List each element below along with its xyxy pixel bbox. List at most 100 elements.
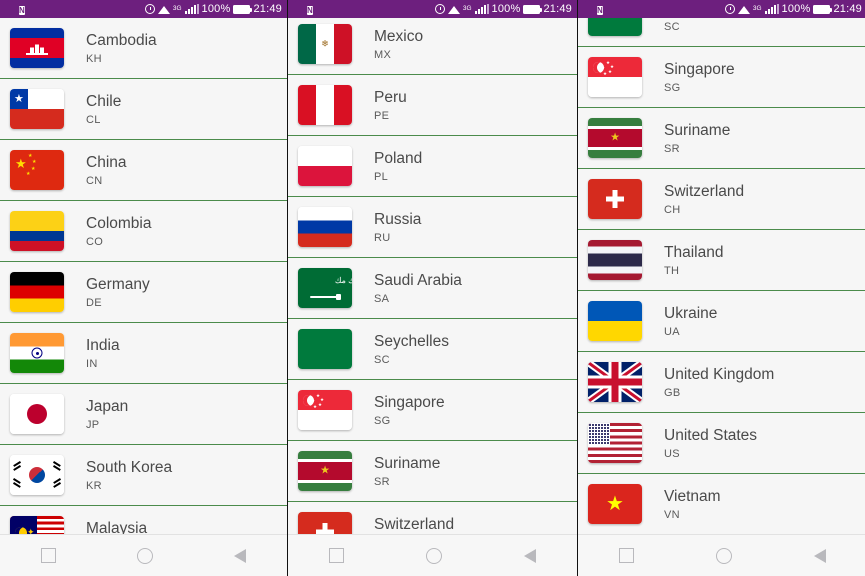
country-list-item[interactable]: ★ ★ ★ ★ ★ China CN [0, 139, 287, 201]
country-text-block: Germany DE [86, 275, 150, 308]
country-list-item[interactable]: Switzerland CH [288, 501, 577, 535]
country-name: Suriname [664, 122, 731, 140]
country-name: Switzerland [664, 183, 745, 201]
flag-icon [10, 211, 64, 251]
country-list-item[interactable]: Ukraine UA [578, 290, 865, 352]
country-list-item[interactable]: Colombia CO [0, 200, 287, 262]
country-list-item[interactable]: ★ ★ ★ ★ ★ Singapore SG [288, 379, 577, 441]
country-text-block: Chile CL [86, 92, 121, 125]
country-name: South Korea [86, 459, 173, 477]
home-circle-icon[interactable] [716, 547, 732, 564]
country-name: Switzerland [374, 516, 455, 534]
country-name: Cambodia [86, 32, 157, 50]
panel-middle: N 3G 100% 21:49 ❄ Mexico MX Peru PE Pola… [288, 0, 577, 576]
flag-icon [298, 146, 352, 186]
country-list-scroll-area[interactable]: Seychelles SC ★★★★★ Singapore SG ★ Surin… [578, 18, 865, 535]
country-list-item[interactable]: ★ Suriname SR [288, 440, 577, 502]
country-text-block: Suriname SR [374, 454, 440, 487]
country-list-item[interactable]: Japan JP [0, 383, 287, 445]
country-text-block: United States US [664, 426, 757, 459]
country-name: United Kingdom [664, 366, 775, 384]
country-list-scroll-area[interactable]: ❄ Mexico MX Peru PE Poland PL Russia RU … [288, 18, 577, 535]
country-list-item[interactable]: India IN [0, 322, 287, 384]
country-text-block: Ukraine UA [664, 304, 717, 337]
flag-icon: ★ ★ ★ ★ ★ [10, 150, 64, 190]
country-list-item[interactable]: ★ Suriname SR [578, 107, 865, 169]
recents-square-icon[interactable] [619, 548, 634, 563]
alarm-icon [434, 4, 445, 14]
country-code: TH [664, 264, 680, 277]
country-name: Seychelles [664, 18, 739, 19]
back-triangle-icon[interactable] [814, 548, 826, 563]
flag-icon [10, 455, 64, 495]
status-bar-right-icons: 3G 100% 21:49 [144, 3, 282, 15]
country-list-item[interactable]: South Korea KR [0, 444, 287, 506]
country-text-block: Russia RU [374, 210, 421, 243]
country-text-block: Vietnam VN [664, 487, 721, 520]
country-name: Poland [374, 150, 423, 168]
status-bar-left-icons: N [5, 4, 30, 15]
country-text-block: Poland PL [374, 149, 422, 182]
country-list-item[interactable]: Seychelles SC [578, 18, 865, 47]
signal-bars-icon [184, 4, 199, 14]
flag-icon [588, 179, 642, 219]
country-list-item[interactable]: United States US [578, 412, 865, 474]
battery-percent-label: 100% [201, 3, 231, 15]
country-text-block: Singapore SG [374, 393, 445, 426]
back-triangle-icon[interactable] [234, 548, 247, 563]
country-code: CH [664, 203, 681, 216]
android-navigation-bar [578, 534, 865, 576]
country-name: Vietnam [664, 488, 721, 506]
home-circle-icon[interactable] [426, 547, 442, 564]
country-name: Thailand [664, 244, 724, 262]
country-list-item[interactable]: مك مك Saudi Arabia SA [288, 257, 577, 319]
country-list-item[interactable]: Poland PL [288, 135, 577, 197]
country-code: CL [86, 113, 101, 126]
flag-icon: ❄ [298, 24, 352, 64]
back-triangle-icon[interactable] [524, 548, 536, 563]
country-list-item[interactable]: United Kingdom GB [578, 351, 865, 413]
network-type-label: 3G [172, 4, 182, 12]
recents-square-icon[interactable] [329, 548, 344, 563]
country-list-item[interactable]: Peru PE [288, 74, 577, 136]
country-text-block: United Kingdom GB [664, 365, 774, 398]
screenshot-icon [5, 4, 16, 15]
country-code: DE [86, 296, 102, 309]
home-circle-icon[interactable] [136, 547, 153, 564]
country-list-item[interactable]: ★ Vietnam VN [578, 473, 865, 535]
country-text-block: Colombia CO [86, 214, 151, 247]
country-list: ❄ Mexico MX Peru PE Poland PL Russia RU … [288, 18, 577, 535]
country-list-item[interactable]: Cambodia KH [0, 18, 287, 79]
country-list-item[interactable]: ★ ★ ★ ★ ★ Singapore SG [578, 46, 865, 108]
wifi-icon [447, 5, 460, 14]
country-name: Singapore [374, 394, 445, 412]
country-list-item[interactable]: ★ Chile CL [0, 78, 287, 140]
country-name: India [86, 337, 120, 355]
status-bar-left-icons: N [293, 4, 318, 15]
country-list-scroll-area[interactable]: Cambodia KH ★ Chile CL ★ ★ ★ ★ ★ China CN Co… [0, 18, 287, 535]
country-name: Seychelles [374, 333, 449, 351]
country-text-block: Cambodia KH [86, 31, 157, 64]
country-code: SA [374, 292, 390, 305]
flag-icon [10, 394, 64, 434]
android-navigation-bar [0, 534, 287, 576]
flag-icon [298, 512, 352, 535]
country-text-block: Suriname SR [664, 121, 730, 154]
country-list-item[interactable]: Russia RU [288, 196, 577, 258]
country-text-block: Switzerland CH [664, 182, 744, 215]
status-bar: N 3G 100% 21:49 [0, 0, 287, 18]
panel-left: N 3G 100% 21:49 Cambodia KH ★ Chile CL ★… [0, 0, 287, 576]
country-list-item[interactable]: Seychelles SC [288, 318, 577, 380]
country-code: SC [664, 20, 680, 33]
country-text-block: Malaysia MY [86, 519, 147, 535]
recents-square-icon[interactable] [40, 548, 56, 563]
country-list-item[interactable]: Switzerland CH [578, 168, 865, 230]
country-list-item[interactable]: ✦ Malaysia MY [0, 505, 287, 535]
country-name: United States [664, 427, 758, 445]
country-name: Germany [86, 276, 150, 294]
country-list-item[interactable]: ❄ Mexico MX [288, 18, 577, 75]
flag-icon [10, 333, 64, 373]
country-list-item[interactable]: Germany DE [0, 261, 287, 323]
country-name: Russia [374, 211, 422, 229]
country-list-item[interactable]: Thailand TH [578, 229, 865, 291]
